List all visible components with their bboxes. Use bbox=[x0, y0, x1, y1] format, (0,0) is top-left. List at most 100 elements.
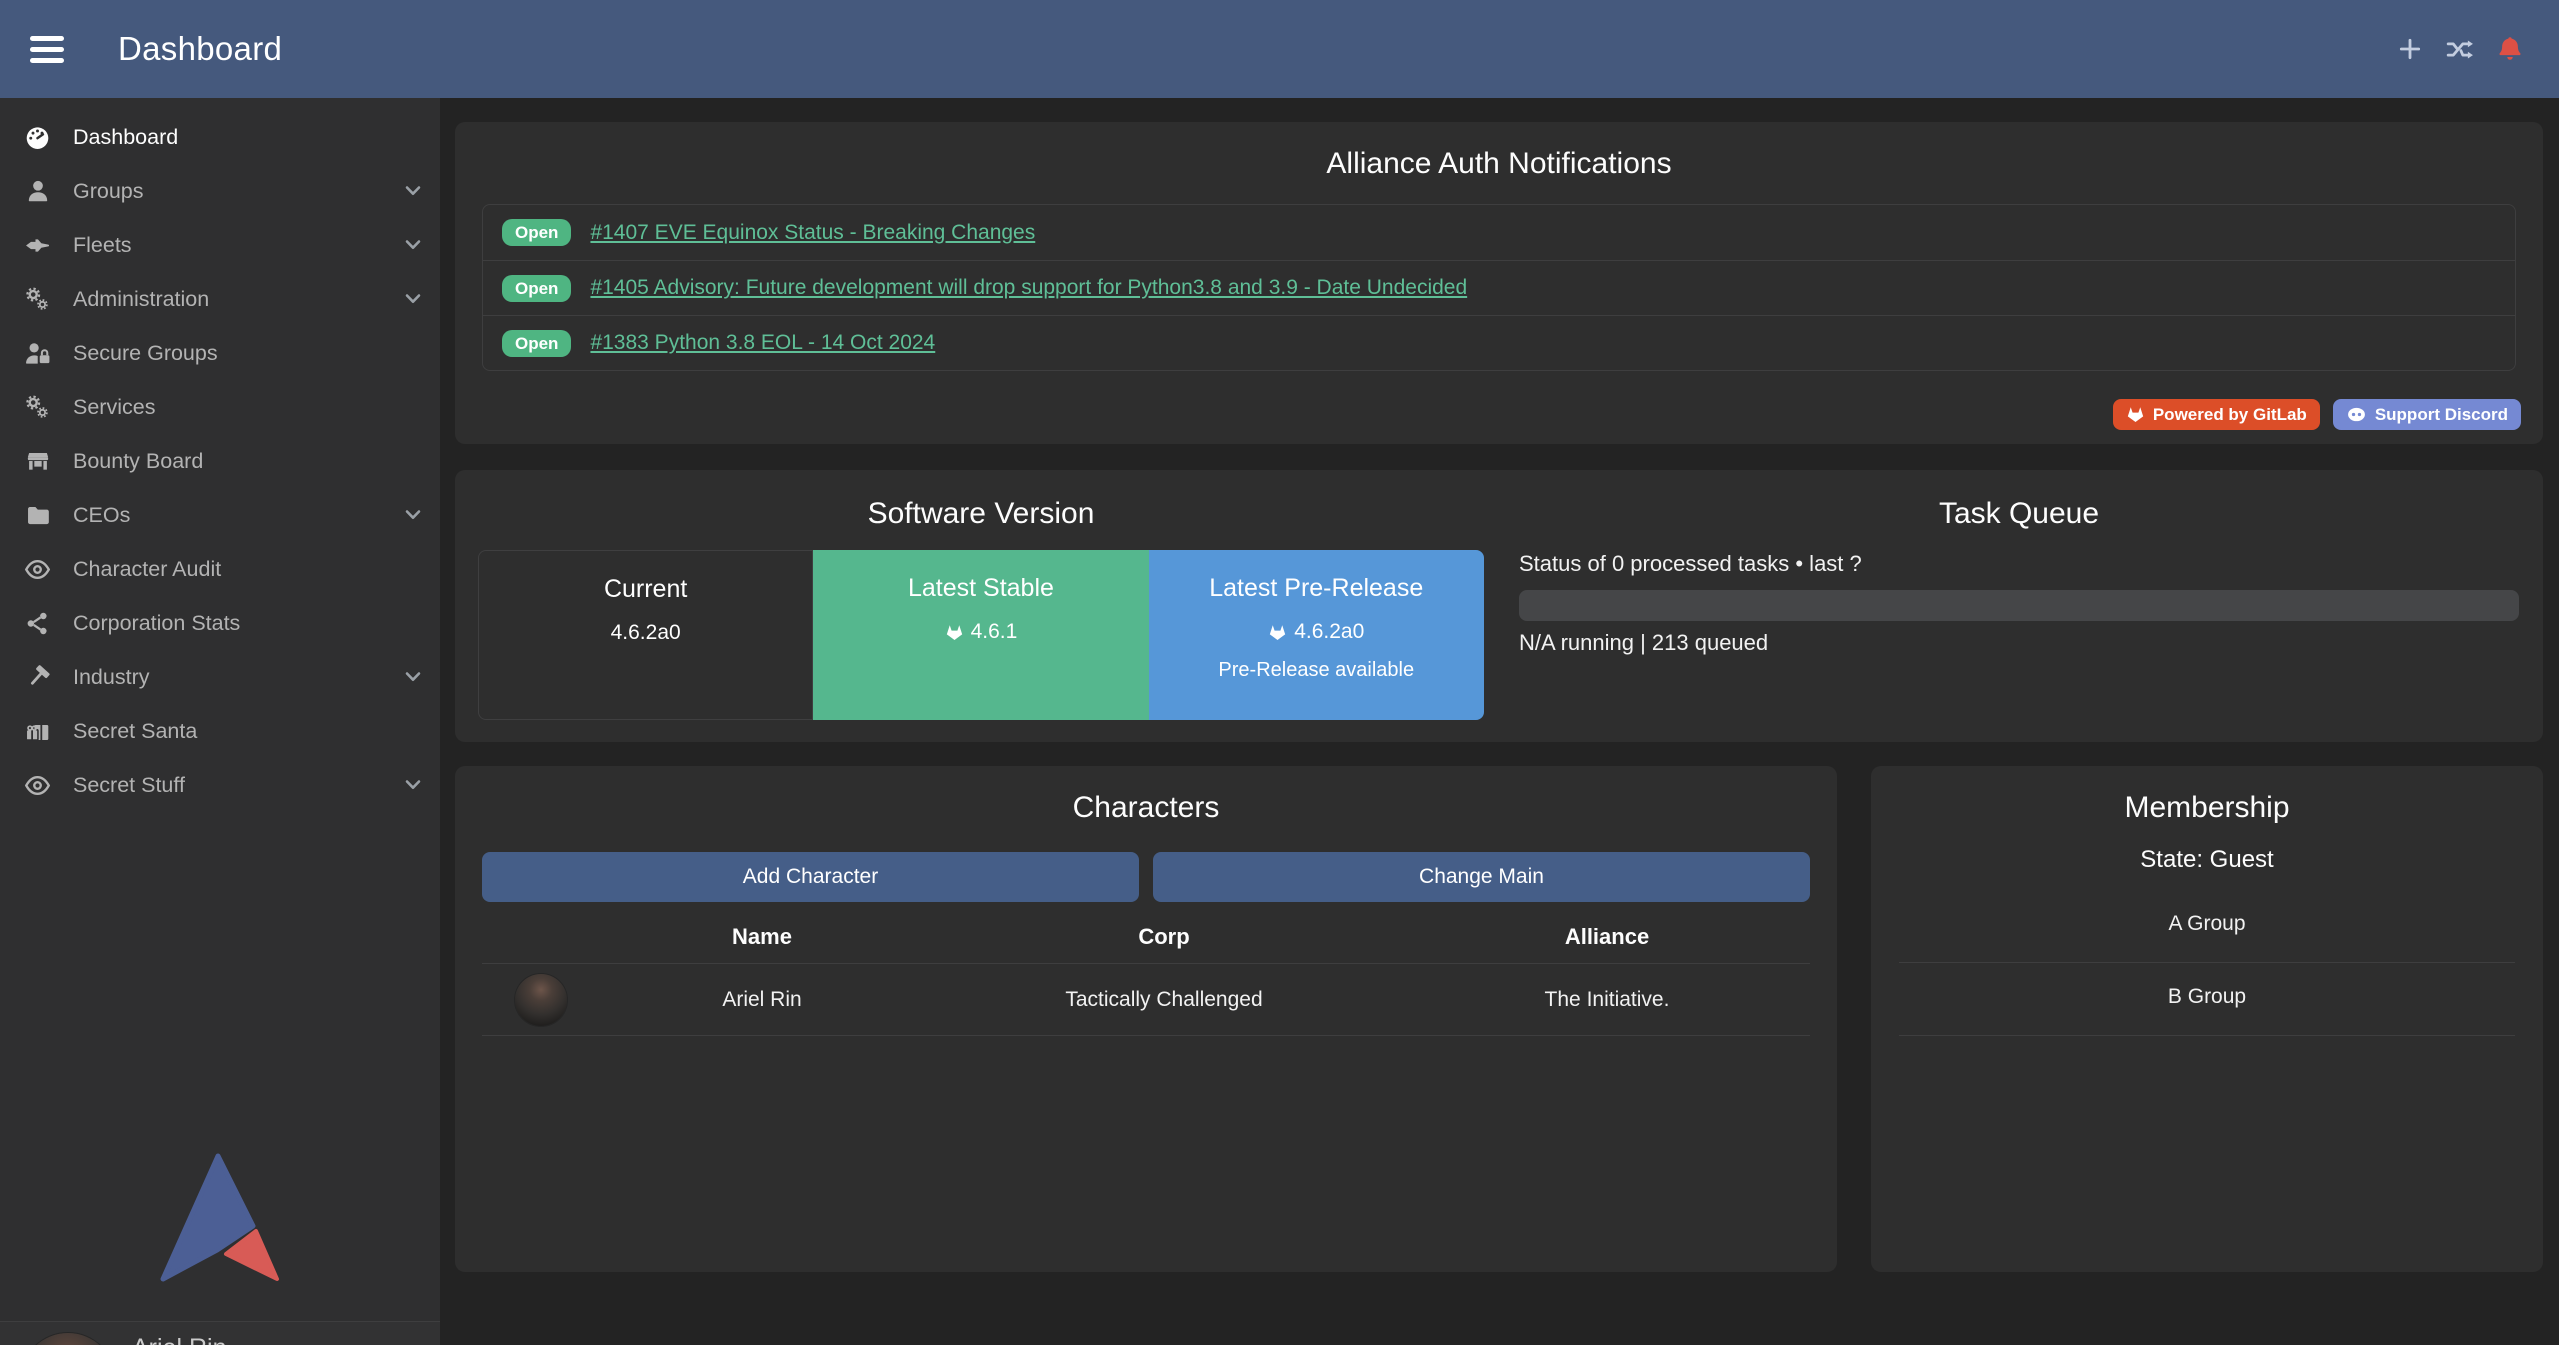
task-queue-summary: N/A running | 213 queued bbox=[1519, 630, 2519, 656]
version-current-box: Current 4.6.2a0 bbox=[478, 550, 813, 720]
version-boxes: Current 4.6.2a0 Latest Stable 4.6.1 Late… bbox=[478, 550, 1484, 720]
sidebar-item-services[interactable]: Services bbox=[0, 380, 440, 434]
membership-title: Membership bbox=[1899, 788, 2515, 828]
status-badge: Open bbox=[502, 275, 571, 302]
gitlab-fox-icon bbox=[945, 623, 964, 642]
shop-icon bbox=[24, 448, 51, 475]
gauge-icon bbox=[24, 124, 51, 151]
gifts-icon bbox=[24, 718, 51, 745]
menu-toggle-button[interactable] bbox=[30, 27, 74, 71]
gitlab-badge[interactable]: Powered by GitLab bbox=[2113, 399, 2320, 430]
version-prerelease-value: 4.6.2a0 bbox=[1268, 620, 1364, 644]
notification-link[interactable]: #1405 Advisory: Future development will … bbox=[590, 276, 1467, 300]
user-panel: Ariel Rin Tactically Challenged The Init… bbox=[0, 1321, 440, 1345]
column-name: Name bbox=[600, 924, 924, 950]
membership-groups: A Group B Group bbox=[1899, 900, 2515, 1036]
chevron-down-icon bbox=[402, 288, 424, 310]
user-name: Ariel Rin bbox=[132, 1334, 226, 1345]
user-avatar bbox=[21, 1333, 115, 1345]
notifications-bell-icon[interactable] bbox=[2495, 34, 2525, 64]
sidebar-item-dashboard[interactable]: Dashboard bbox=[0, 110, 440, 164]
top-navbar: Dashboard bbox=[0, 0, 2559, 98]
membership-panel: Membership State: Guest A Group B Group bbox=[1871, 766, 2543, 1272]
cell-character-name: Ariel Rin bbox=[600, 988, 924, 1012]
notification-item: Open #1405 Advisory: Future development … bbox=[483, 260, 2515, 315]
cell-character-corp: Tactically Challenged bbox=[924, 988, 1404, 1012]
characters-panel: Characters Add Character Change Main Nam… bbox=[455, 766, 1837, 1272]
status-badge: Open bbox=[502, 219, 571, 246]
page-title: Dashboard bbox=[118, 30, 282, 68]
task-queue-section: Task Queue Status of 0 processed tasks •… bbox=[1507, 470, 2543, 742]
chevron-down-icon bbox=[402, 774, 424, 796]
notification-link[interactable]: #1407 EVE Equinox Status - Breaking Chan… bbox=[590, 221, 1035, 245]
table-row: Ariel Rin Tactically Challenged The Init… bbox=[482, 963, 1810, 1036]
gears-icon bbox=[24, 286, 51, 313]
version-current-label: Current bbox=[604, 575, 687, 604]
gitlab-fox-icon bbox=[1268, 623, 1287, 642]
task-queue-progressbar bbox=[1519, 590, 2519, 621]
software-version-section: Software Version Current 4.6.2a0 Latest … bbox=[455, 470, 1507, 742]
characters-actions: Add Character Change Main bbox=[482, 852, 1810, 902]
eye-icon bbox=[24, 772, 51, 799]
sidebar: Dashboard Groups Fleets Administration S… bbox=[0, 98, 440, 1345]
notifications-panel: Alliance Auth Notifications Open #1407 E… bbox=[455, 122, 2543, 444]
shuffle-icon[interactable] bbox=[2445, 34, 2475, 64]
user-icon bbox=[24, 178, 51, 205]
user-lock-icon bbox=[24, 340, 51, 367]
sidebar-item-ceos[interactable]: CEOs bbox=[0, 488, 440, 542]
sidebar-item-character-audit[interactable]: Character Audit bbox=[0, 542, 440, 596]
notifications-title: Alliance Auth Notifications bbox=[455, 144, 2543, 184]
chevron-down-icon bbox=[402, 234, 424, 256]
discord-badge[interactable]: Support Discord bbox=[2333, 399, 2521, 430]
chevron-down-icon bbox=[402, 180, 424, 202]
group-item: B Group bbox=[1899, 963, 2515, 1036]
folder-icon bbox=[24, 502, 51, 529]
notification-item: Open #1383 Python 3.8 EOL - 14 Oct 2024 bbox=[483, 315, 2515, 370]
column-alliance: Alliance bbox=[1404, 924, 1810, 950]
version-stable-value: 4.6.1 bbox=[945, 620, 1018, 644]
column-corp: Corp bbox=[924, 924, 1404, 950]
sidebar-item-secret-stuff[interactable]: Secret Stuff bbox=[0, 758, 440, 812]
add-character-button[interactable]: Add Character bbox=[482, 852, 1139, 902]
status-badge: Open bbox=[502, 330, 571, 357]
sidebar-item-fleets[interactable]: Fleets bbox=[0, 218, 440, 272]
change-main-button[interactable]: Change Main bbox=[1153, 852, 1810, 902]
version-prerelease-note: Pre-Release available bbox=[1218, 659, 1414, 682]
external-badges: Powered by GitLab Support Discord bbox=[2113, 399, 2521, 430]
gitlab-badge-label: Powered by GitLab bbox=[2153, 405, 2307, 425]
eye-icon bbox=[24, 556, 51, 583]
notifications-list: Open #1407 EVE Equinox Status - Breaking… bbox=[482, 204, 2516, 371]
hammer-icon bbox=[24, 664, 51, 691]
characters-title: Characters bbox=[482, 788, 1810, 828]
navbar-actions bbox=[2395, 34, 2525, 64]
notification-item: Open #1407 EVE Equinox Status - Breaking… bbox=[483, 205, 2515, 260]
sidebar-item-secret-santa[interactable]: Secret Santa bbox=[0, 704, 440, 758]
alliance-auth-logo bbox=[158, 1144, 282, 1286]
sidebar-item-bounty-board[interactable]: Bounty Board bbox=[0, 434, 440, 488]
add-icon[interactable] bbox=[2395, 34, 2425, 64]
sidebar-item-corporation-stats[interactable]: Corporation Stats bbox=[0, 596, 440, 650]
sidebar-item-industry[interactable]: Industry bbox=[0, 650, 440, 704]
version-stable-box: Latest Stable 4.6.1 bbox=[813, 550, 1148, 720]
version-stable-label: Latest Stable bbox=[908, 574, 1054, 603]
group-item: A Group bbox=[1899, 900, 2515, 963]
alliance-auth-dashboard: Dashboard Dashboard Groups bbox=[0, 0, 2559, 1345]
characters-table: Name Corp Alliance Ariel Rin Tactically … bbox=[482, 924, 1810, 1036]
software-version-title: Software Version bbox=[455, 494, 1507, 534]
chevron-down-icon bbox=[402, 504, 424, 526]
discord-badge-label: Support Discord bbox=[2375, 405, 2508, 425]
sidebar-item-administration[interactable]: Administration bbox=[0, 272, 440, 326]
share-nodes-icon bbox=[24, 610, 51, 637]
jet-icon bbox=[24, 232, 51, 259]
sidebar-item-groups[interactable]: Groups bbox=[0, 164, 440, 218]
version-prerelease-box: Latest Pre-Release 4.6.2a0 Pre-Release a… bbox=[1149, 550, 1484, 720]
membership-state: State: Guest bbox=[1899, 846, 2515, 874]
cell-character-alliance: The Initiative. bbox=[1404, 988, 1810, 1012]
notification-link[interactable]: #1383 Python 3.8 EOL - 14 Oct 2024 bbox=[590, 331, 935, 355]
task-queue-status: Status of 0 processed tasks • last ? bbox=[1519, 551, 2519, 577]
sidebar-item-secure-groups[interactable]: Secure Groups bbox=[0, 326, 440, 380]
version-current-value: 4.6.2a0 bbox=[611, 621, 681, 645]
gears-icon bbox=[24, 394, 51, 421]
software-taskqueue-panel: Software Version Current 4.6.2a0 Latest … bbox=[455, 470, 2543, 742]
version-prerelease-label: Latest Pre-Release bbox=[1209, 574, 1423, 603]
